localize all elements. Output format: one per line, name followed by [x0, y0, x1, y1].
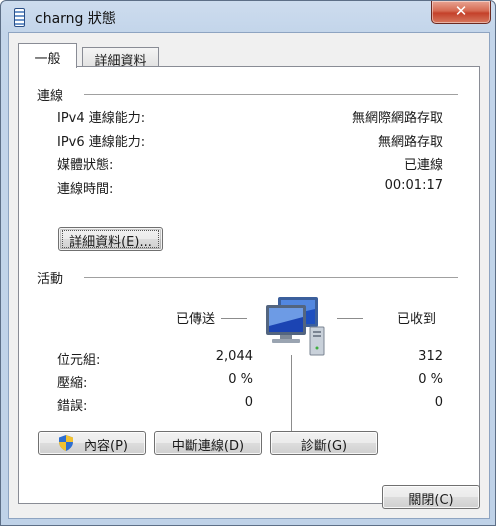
bytes-sent-value: 2,044: [215, 349, 253, 364]
connection-heading: 連線: [37, 89, 64, 104]
compression-sent-value: 0 %: [228, 372, 253, 387]
errors-sent-value: 0: [244, 395, 253, 410]
ipv6-label: IPv6 連線能力:: [57, 135, 146, 150]
diagnose-button[interactable]: 診斷(G): [270, 431, 378, 455]
network-computers-icon: [266, 297, 325, 356]
close-window-button[interactable]: ✕: [431, 1, 491, 24]
ipv6-value: 無網路存取: [377, 135, 443, 150]
title-bar[interactable]: charng 狀態 ✕: [1, 1, 495, 33]
errors-received-value: 0: [434, 395, 443, 410]
duration-label: 連線時間:: [57, 182, 114, 197]
media-state-value: 已連線: [403, 158, 443, 173]
received-label: 已收到: [397, 312, 437, 327]
connection-divider: [84, 94, 458, 95]
errors-label: 錯誤:: [57, 399, 88, 414]
properties-button[interactable]: 內容(P): [38, 431, 146, 455]
dialog-client: 一般 詳細資料 連線 IPv4 連線能力: 無網際網路存取 IPv6 連線能力:…: [8, 32, 490, 519]
duration-value: 00:01:17: [384, 178, 443, 193]
media-state-label: 媒體狀態:: [57, 158, 114, 173]
close-button-label: 關閉(C): [408, 493, 454, 508]
disable-button-label: 中斷連線(D): [171, 439, 245, 454]
network-status-icon: [14, 8, 25, 27]
compression-label: 壓縮:: [57, 376, 88, 391]
diagnose-button-label: 診斷(G): [300, 439, 348, 454]
details-button-label: 詳細資料(E)...: [69, 235, 152, 250]
disable-button[interactable]: 中斷連線(D): [154, 431, 262, 455]
close-button[interactable]: 關閉(C): [382, 485, 480, 509]
properties-button-label: 內容(P): [84, 439, 128, 454]
compression-received-value: 0 %: [418, 372, 443, 387]
sent-label: 已傳送: [175, 312, 215, 327]
details-button[interactable]: 詳細資料(E)...: [58, 227, 163, 251]
close-icon: ✕: [454, 2, 468, 20]
tab-general[interactable]: 一般: [18, 43, 77, 68]
activity-center-line: [291, 355, 292, 437]
sent-connector: [221, 318, 247, 319]
received-connector: [337, 318, 363, 319]
ipv4-label: IPv4 連線能力:: [57, 111, 146, 126]
tab-details[interactable]: 詳細資料: [82, 47, 159, 69]
tab-general-label: 一般: [34, 52, 61, 67]
activity-divider: [84, 277, 458, 278]
activity-heading: 活動: [37, 272, 64, 287]
window-title: charng 狀態: [35, 11, 116, 27]
general-panel: 連線 IPv4 連線能力: 無網際網路存取 IPv6 連線能力: 無網路存取 媒…: [18, 66, 480, 504]
bytes-received-value: 312: [418, 349, 443, 364]
bytes-label: 位元組:: [57, 353, 101, 368]
ipv4-value: 無網際網路存取: [351, 111, 443, 126]
status-window: charng 狀態 ✕ 一般 詳細資料 連線 IPv4 連線能力: 無網際網路存…: [0, 0, 496, 526]
